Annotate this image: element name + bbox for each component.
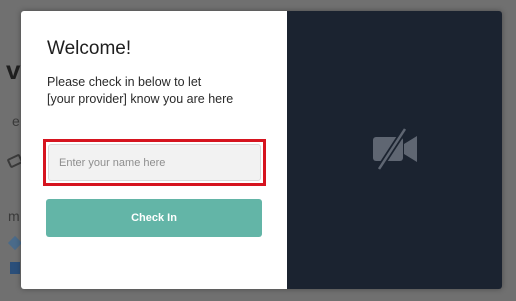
background-text-fragment: m <box>8 208 20 224</box>
check-in-panel: Welcome! Please check in below to let [y… <box>21 11 287 289</box>
background-icon <box>10 262 20 274</box>
check-in-modal: Welcome! Please check in below to let [y… <box>21 11 502 289</box>
video-preview-panel <box>287 11 502 289</box>
welcome-title: Welcome! <box>47 38 132 59</box>
welcome-message-line: [your provider] know you are here <box>47 92 234 106</box>
name-input[interactable] <box>48 144 261 181</box>
welcome-message: Please check in below to let [your provi… <box>47 74 282 108</box>
check-in-button[interactable]: Check In <box>46 199 262 237</box>
background-text-fragment: e <box>12 113 20 129</box>
camera-off-icon <box>373 127 417 171</box>
background-icon <box>7 235 23 251</box>
welcome-message-line: Please check in below to let <box>47 75 202 89</box>
